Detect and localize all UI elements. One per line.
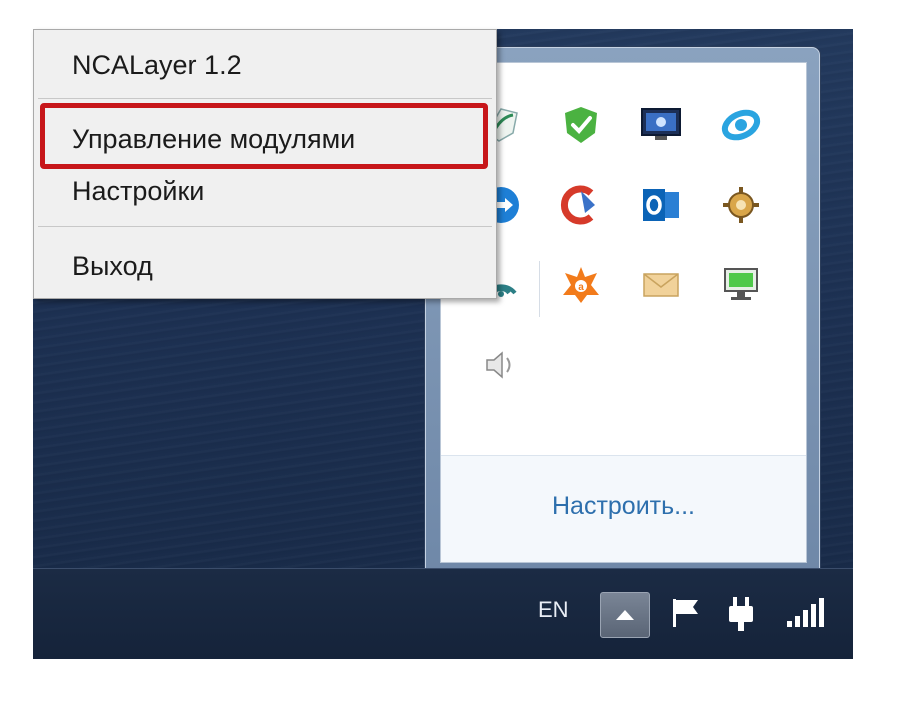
icon-divider [539, 261, 540, 317]
monitor-network-icon[interactable] [639, 103, 683, 147]
overflow-customize-area: Настроить... [441, 455, 806, 562]
show-hidden-icons-button[interactable] [600, 592, 650, 638]
menu-item-exit[interactable]: Выход [72, 251, 153, 282]
menu-item-settings[interactable]: Настройки [72, 176, 204, 207]
customize-link[interactable]: Настроить... [441, 492, 806, 521]
menu-title-ncalayer[interactable]: NCALayer 1.2 [72, 50, 242, 81]
menu-separator [38, 226, 492, 227]
gear-sun-icon[interactable] [719, 183, 763, 227]
refresh-arrows-icon[interactable] [719, 103, 763, 147]
ccleaner-icon[interactable] [559, 183, 603, 227]
menu-separator [38, 98, 492, 99]
mail-envelope-icon[interactable] [639, 263, 683, 307]
language-indicator[interactable]: EN [538, 597, 569, 623]
network-monitor-icon[interactable] [719, 263, 763, 307]
signal-bars-icon[interactable] [785, 597, 825, 629]
power-plug-icon[interactable] [723, 595, 759, 633]
avast-icon[interactable]: a [559, 263, 603, 307]
outlook-icon[interactable] [639, 183, 683, 227]
chevron-up-icon [616, 610, 634, 620]
action-center-flag-icon[interactable] [668, 595, 704, 631]
speaker-icon[interactable] [479, 343, 523, 387]
svg-text:a: a [578, 282, 584, 293]
highlight-box [40, 103, 488, 169]
taskbar: EN [33, 568, 853, 659]
check-shield-icon[interactable] [559, 103, 603, 147]
